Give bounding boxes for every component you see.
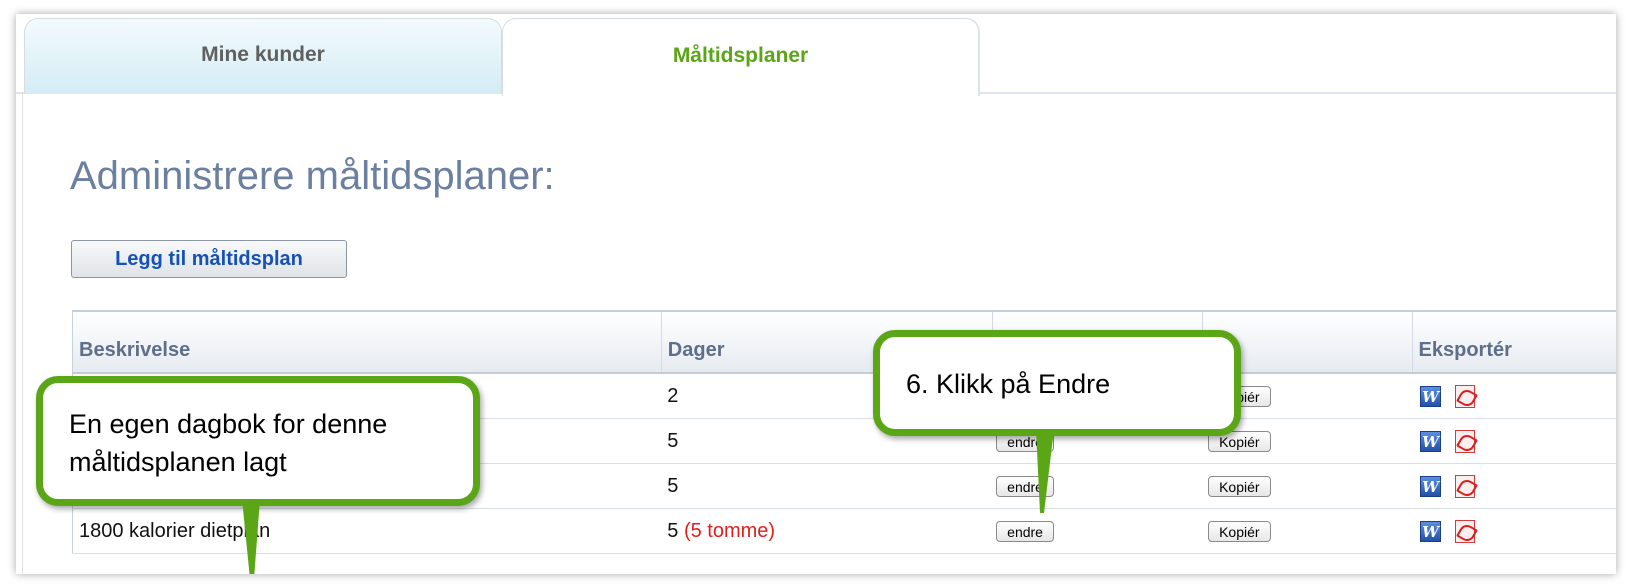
pdf-export-icon[interactable]: [1455, 474, 1476, 498]
days-value: 5: [667, 429, 679, 452]
add-meal-plan-button[interactable]: Legg til måltidsplan: [71, 240, 347, 278]
pdf-export-icon[interactable]: [1455, 429, 1476, 453]
row-days: 5 (5 tomme): [661, 508, 993, 554]
annotation-callout-step6: 6. Klikk på Endre: [873, 330, 1241, 436]
word-export-icon[interactable]: W: [1420, 385, 1442, 407]
tab-maltidsplaner[interactable]: Måltidsplaner: [502, 18, 980, 96]
copy-cell: Kopiér: [1202, 463, 1413, 509]
pdf-export-icon[interactable]: [1455, 519, 1476, 543]
table-header-row: Beskrivelse Dager Eksportér: [72, 310, 1616, 374]
days-value: 5: [667, 474, 679, 497]
copy-button[interactable]: Kopiér: [1208, 475, 1271, 497]
export-cell: W: [1412, 418, 1616, 464]
days-value: 5: [667, 519, 679, 542]
app-frame: Mine kunder Måltidsplaner Administrere m…: [16, 14, 1616, 574]
copy-cell: Kopiér: [1202, 508, 1413, 554]
word-export-icon[interactable]: W: [1420, 520, 1442, 542]
word-export-icon[interactable]: W: [1420, 475, 1442, 497]
edit-cell: endre: [992, 463, 1203, 509]
annotation-callout-diary: En egen dagbok for denne måltidsplanen l…: [36, 376, 480, 506]
copy-button[interactable]: Kopiér: [1208, 520, 1271, 542]
page-title: Administrere måltidsplaner:: [70, 154, 555, 198]
days-value: 2: [667, 384, 679, 407]
tab-mine-kunder[interactable]: Mine kunder: [24, 18, 502, 94]
tab-bar: Mine kunder Måltidsplaner: [16, 14, 1616, 96]
export-cell: W: [1412, 463, 1616, 509]
row-days: 5: [661, 463, 993, 509]
column-header-export: Eksportér: [1411, 310, 1616, 374]
pdf-export-icon[interactable]: [1455, 384, 1476, 408]
column-header-description[interactable]: Beskrivelse: [72, 310, 662, 374]
callout-pointer: [242, 499, 260, 574]
content-border: [22, 92, 23, 574]
callout-pointer: [1036, 429, 1054, 513]
export-cell: W: [1412, 508, 1616, 554]
callout-text: En egen dagbok for denne måltidsplanen l…: [69, 409, 388, 477]
row-description: 1800 kalorier dietplan: [72, 508, 662, 554]
edit-cell: endre: [992, 508, 1203, 554]
export-cell: W: [1412, 373, 1616, 419]
edit-button[interactable]: endre: [996, 520, 1054, 542]
word-export-icon[interactable]: W: [1420, 430, 1442, 452]
table-row: 1800 kalorier dietplan 5 (5 tomme) endre…: [72, 508, 1616, 554]
callout-text: 6. Klikk på Endre: [906, 369, 1111, 399]
empty-days-note: (5 tomme): [683, 519, 776, 542]
